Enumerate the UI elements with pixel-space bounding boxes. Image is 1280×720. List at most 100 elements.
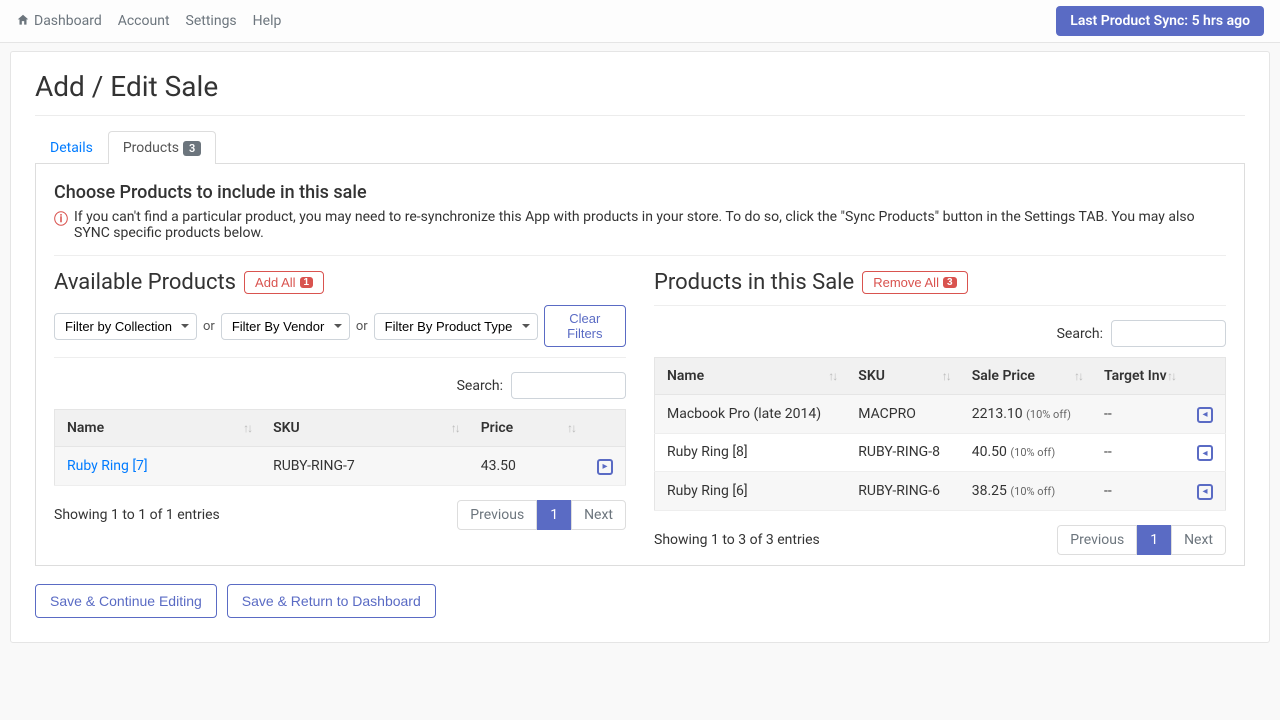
table-row: Ruby Ring [6] RUBY-RING-6 38.25 (10% off…: [655, 472, 1226, 511]
available-pager: Previous 1 Next: [457, 500, 626, 530]
product-name: Ruby Ring [8]: [655, 433, 847, 472]
col-action: [1185, 358, 1226, 395]
available-footer: Showing 1 to 1 of 1 entries Previous 1 N…: [54, 500, 626, 530]
product-target-inv: --: [1092, 472, 1185, 511]
help-text: If you can't find a particular product, …: [74, 209, 1226, 241]
remove-row-icon[interactable]: ◂: [1197, 407, 1213, 423]
product-sale-price: 40.50 (10% off): [960, 433, 1092, 472]
in-sale-rule: [654, 305, 1226, 306]
filter-vendor-select[interactable]: Filter By Vendor: [221, 313, 350, 340]
available-showing: Showing 1 to 1 of 1 entries: [54, 507, 220, 523]
col-price[interactable]: Price↑↓: [469, 410, 585, 447]
sort-icon: ↑↓: [451, 421, 459, 435]
sort-icon: ↑↓: [567, 421, 575, 435]
available-filters: Filter by Collection or Filter By Vendor…: [54, 305, 626, 347]
nav-account[interactable]: Account: [118, 13, 170, 29]
page-1-button[interactable]: 1: [1137, 525, 1171, 555]
save-return-button[interactable]: Save & Return to Dashboard: [227, 584, 436, 618]
table-row: Ruby Ring [7] RUBY-RING-7 43.50 ▸: [55, 447, 626, 486]
col-action: [585, 410, 626, 447]
in-sale-search-row: Search:: [654, 320, 1226, 347]
available-search-label: Search:: [457, 378, 503, 394]
in-sale-search-input[interactable]: [1111, 320, 1226, 347]
prev-button[interactable]: Previous: [457, 500, 537, 530]
product-sku: RUBY-RING-6: [846, 472, 959, 511]
remove-row-icon[interactable]: ◂: [1197, 445, 1213, 461]
nav-settings[interactable]: Settings: [186, 13, 237, 29]
tab-products-label: Products: [123, 140, 179, 156]
remove-row-icon[interactable]: ◂: [1197, 484, 1213, 500]
remove-all-button[interactable]: Remove All 3: [862, 271, 967, 294]
filter-collection-select[interactable]: Filter by Collection: [54, 313, 197, 340]
tab-products-count: 3: [183, 141, 201, 156]
available-heading: Available Products: [54, 270, 236, 295]
col-sku[interactable]: SKU↑↓: [846, 358, 959, 395]
available-column: Available Products Add All 1 Filter by C…: [54, 270, 626, 555]
product-price: 43.50: [469, 447, 585, 486]
nav-dashboard-label: Dashboard: [34, 13, 102, 29]
in-sale-footer: Showing 1 to 3 of 3 entries Previous 1 N…: [654, 525, 1226, 555]
available-rule: [54, 357, 626, 358]
home-icon: [16, 13, 30, 29]
in-sale-column: Products in this Sale Remove All 3 Searc…: [654, 270, 1226, 555]
product-sale-price: 2213.10 (10% off): [960, 395, 1092, 434]
bottom-actions: Save & Continue Editing Save & Return to…: [35, 584, 1245, 618]
sort-icon: ↑↓: [828, 369, 836, 383]
save-continue-button[interactable]: Save & Continue Editing: [35, 584, 217, 618]
product-target-inv: --: [1092, 395, 1185, 434]
tab-body: Choose Products to include in this sale …: [35, 164, 1245, 566]
section-rule: [54, 255, 1226, 256]
remove-all-label: Remove All: [873, 275, 939, 290]
col-target-inv[interactable]: Target Inv↑↓: [1092, 358, 1185, 395]
available-header: Available Products Add All 1: [54, 270, 626, 295]
add-all-button[interactable]: Add All 1: [244, 271, 324, 294]
exclamation-icon: ⓘ: [54, 209, 68, 229]
page-title: Add / Edit Sale: [35, 70, 1245, 103]
available-search-row: Search:: [54, 372, 626, 399]
sort-icon: ↑↓: [243, 421, 251, 435]
nav-dashboard[interactable]: Dashboard: [16, 13, 102, 29]
main-panel: Add / Edit Sale Details Products 3 Choos…: [10, 51, 1270, 643]
available-search-input[interactable]: [511, 372, 626, 399]
col-name[interactable]: Name↑↓: [55, 410, 262, 447]
product-sale-price: 38.25 (10% off): [960, 472, 1092, 511]
in-sale-heading: Products in this Sale: [654, 270, 854, 295]
page-1-button[interactable]: 1: [537, 500, 571, 530]
title-rule: [35, 115, 1245, 116]
topbar-nav: Dashboard Account Settings Help: [16, 13, 281, 29]
help-row: ⓘ If you can't find a particular product…: [54, 209, 1226, 241]
in-sale-table: Name↑↓ SKU↑↓ Sale Price↑↓ Target Inv↑↓ M…: [654, 357, 1226, 511]
clear-filters-button[interactable]: Clear Filters: [544, 305, 626, 347]
in-sale-pager: Previous 1 Next: [1057, 525, 1226, 555]
col-sku[interactable]: SKU↑↓: [261, 410, 469, 447]
prev-button[interactable]: Previous: [1057, 525, 1137, 555]
add-row-icon[interactable]: ▸: [597, 459, 613, 475]
or-2: or: [356, 319, 368, 334]
in-sale-search-label: Search:: [1057, 326, 1103, 342]
table-row: Macbook Pro (late 2014) MACPRO 2213.10 (…: [655, 395, 1226, 434]
table-row: Ruby Ring [8] RUBY-RING-8 40.50 (10% off…: [655, 433, 1226, 472]
sync-status-button[interactable]: Last Product Sync: 5 hrs ago: [1056, 6, 1264, 36]
filter-type-select[interactable]: Filter By Product Type: [374, 313, 538, 340]
sort-icon: ↑↓: [1167, 369, 1175, 383]
tab-details[interactable]: Details: [35, 131, 108, 164]
product-link[interactable]: Ruby Ring [7]: [67, 458, 148, 474]
add-all-count: 1: [300, 277, 314, 288]
or-1: or: [203, 319, 215, 334]
columns: Available Products Add All 1 Filter by C…: [54, 270, 1226, 555]
choose-heading: Choose Products to include in this sale: [54, 182, 1226, 203]
nav-help[interactable]: Help: [253, 13, 282, 29]
product-name: Ruby Ring [6]: [655, 472, 847, 511]
topbar: Dashboard Account Settings Help Last Pro…: [0, 0, 1280, 43]
tab-products[interactable]: Products 3: [108, 131, 216, 164]
sort-icon: ↑↓: [1074, 369, 1082, 383]
next-button[interactable]: Next: [571, 500, 626, 530]
next-button[interactable]: Next: [1171, 525, 1226, 555]
in-sale-showing: Showing 1 to 3 of 3 entries: [654, 532, 820, 548]
tabs: Details Products 3: [35, 130, 1245, 164]
add-all-label: Add All: [255, 275, 295, 290]
col-sale-price[interactable]: Sale Price↑↓: [960, 358, 1092, 395]
col-name[interactable]: Name↑↓: [655, 358, 847, 395]
available-table: Name↑↓ SKU↑↓ Price↑↓ Ruby Ring [7] RUBY-…: [54, 409, 626, 486]
product-sku: RUBY-RING-8: [846, 433, 959, 472]
